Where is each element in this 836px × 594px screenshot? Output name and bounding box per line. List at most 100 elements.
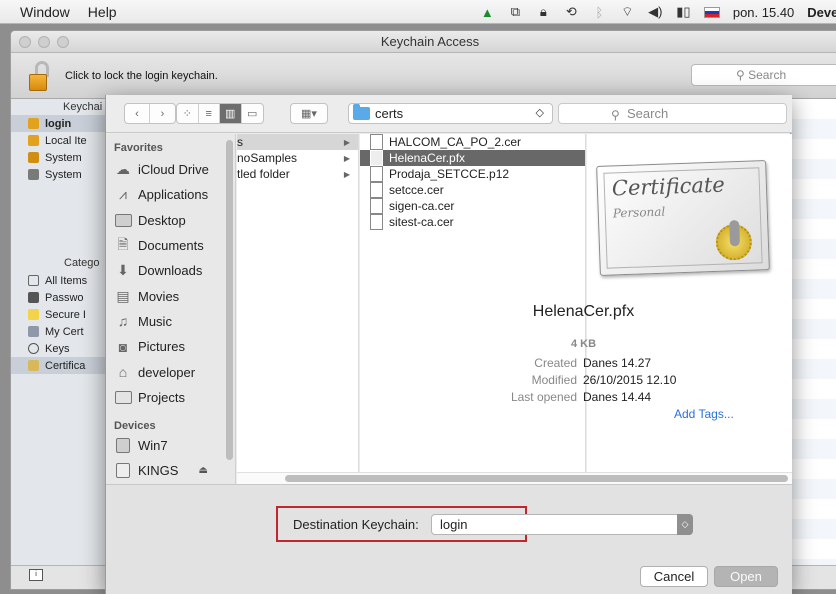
- user-menu[interactable]: Devel: [807, 5, 836, 20]
- destination-keychain-popup[interactable]: login ◇: [431, 514, 693, 535]
- disclosure-triangle-icon: ▶: [343, 137, 350, 147]
- keychain-toolbar: Click to lock the login keychain. ⚲ Sear…: [11, 53, 836, 99]
- info-button[interactable]: i: [29, 569, 43, 581]
- bluetooth-icon[interactable]: ᛒ: [592, 5, 607, 20]
- column-row[interactable]: tled folder ▶: [237, 166, 358, 182]
- sidebar-item-developer[interactable]: ⌂ developer: [106, 359, 235, 384]
- window-titlebar[interactable]: Keychain Access: [11, 31, 836, 53]
- arrange-icon[interactable]: ▦▾: [291, 104, 327, 123]
- favorites-header: Favorites: [114, 142, 163, 154]
- battery-icon[interactable]: ▮▯: [676, 4, 691, 20]
- file-row[interactable]: sitest-ca.cer: [360, 214, 585, 230]
- file-name: HALCOM_CA_PO_2.cer: [389, 135, 522, 149]
- menu-help[interactable]: Help: [79, 4, 126, 20]
- keychain-label: Local Ite: [45, 134, 87, 147]
- document-icon: [370, 198, 383, 214]
- file-name: sitest-ca.cer: [389, 215, 454, 229]
- cancel-button[interactable]: Cancel: [640, 566, 708, 587]
- meta-value: Danes 14.27: [583, 356, 652, 370]
- eject-icon[interactable]: ⏏: [198, 465, 207, 476]
- search-icon: ⚲: [736, 68, 749, 82]
- sheet-search-field[interactable]: ⚲ Search: [558, 103, 787, 124]
- meta-created: Created Danes 14.27: [481, 356, 651, 370]
- close-button[interactable]: [19, 36, 31, 48]
- column-row[interactable]: s ▶: [237, 134, 358, 150]
- list-view-icon[interactable]: ≡: [199, 104, 220, 123]
- window-title: Keychain Access: [380, 34, 480, 49]
- file-row[interactable]: setcce.cer: [360, 182, 585, 198]
- keychain-item-system-roots[interactable]: System: [11, 166, 110, 183]
- up-arrow-icon[interactable]: ▲: [480, 5, 495, 20]
- scrollbar-thumb[interactable]: [285, 475, 788, 482]
- folder-icon: [114, 389, 132, 405]
- file-row-selected[interactable]: HelenaCer.pfx: [360, 150, 585, 166]
- file-name: setcce.cer: [389, 183, 444, 197]
- sidebar-item-downloads[interactable]: ⬇ Downloads: [106, 258, 235, 283]
- arrange-control[interactable]: ▦▾: [290, 103, 328, 124]
- minimize-button[interactable]: [38, 36, 50, 48]
- display-icon[interactable]: ⧉: [508, 4, 523, 20]
- devices-header: Devices: [114, 419, 156, 432]
- category-passwords[interactable]: Passwo: [11, 289, 110, 306]
- back-forward-control: ‹ ›: [124, 103, 176, 124]
- horizontal-scrollbar[interactable]: [237, 472, 792, 484]
- file-row[interactable]: Prodaja_SETCCE.p12: [360, 166, 585, 182]
- usb-drive-icon: [114, 463, 132, 479]
- sidebar-item-win7[interactable]: Win7: [106, 433, 235, 458]
- add-tags-link[interactable]: Add Tags...: [674, 407, 734, 421]
- time-machine-icon[interactable]: ⟲: [564, 4, 579, 20]
- all-items-icon: [28, 275, 39, 286]
- disclosure-triangle-icon: ▶: [343, 153, 350, 163]
- category-keys[interactable]: Keys: [11, 340, 110, 357]
- sidebar-item-movies[interactable]: ▤ Movies: [106, 283, 235, 308]
- lock-message: Click to lock the login keychain.: [65, 70, 218, 82]
- category-label: Keys: [45, 342, 70, 355]
- category-secure-notes[interactable]: Secure I: [11, 306, 110, 323]
- key-icon: [28, 343, 39, 354]
- cover-flow-icon[interactable]: ▭: [242, 104, 263, 123]
- lock-icon[interactable]: 🔒︎: [536, 4, 551, 20]
- category-my-certificates[interactable]: My Cert: [11, 323, 110, 340]
- open-button[interactable]: Open: [714, 566, 778, 587]
- wifi-icon[interactable]: ⌔: [620, 4, 635, 20]
- unlocked-keychain-icon: [28, 118, 39, 129]
- sidebar-item-documents[interactable]: 🗎 Documents: [106, 233, 235, 258]
- category-certificates[interactable]: Certifica: [11, 357, 110, 374]
- sidebar-item-icloud-drive[interactable]: ☁ iCloud Drive: [106, 157, 235, 182]
- sidebar-item-projects[interactable]: Projects: [106, 385, 235, 410]
- keychain-item-system[interactable]: System: [11, 149, 110, 166]
- sidebar-item-kings[interactable]: KINGS ⏏: [106, 458, 235, 483]
- clock[interactable]: pon. 15.40: [733, 5, 794, 20]
- category-all-items[interactable]: All Items: [11, 272, 110, 289]
- sheet-toolbar: ‹ › ⁘ ≡ ▥ ▭ ▦▾ certs ◇ ⚲ Search: [106, 95, 792, 133]
- sidebar-item-desktop[interactable]: Desktop: [106, 208, 235, 233]
- volume-icon[interactable]: ◀): [648, 4, 663, 20]
- sidebar-scrollbar[interactable]: [226, 140, 233, 460]
- document-icon: [370, 150, 383, 166]
- column-row[interactable]: noSamples ▶: [237, 150, 358, 166]
- input-source-flag-icon[interactable]: [703, 6, 720, 18]
- icon-view-icon[interactable]: ⁘: [177, 104, 199, 123]
- file-row[interactable]: HALCOM_CA_PO_2.cer: [360, 134, 585, 150]
- sidebar-item-music[interactable]: ♫ Music: [106, 309, 235, 334]
- sidebar-item-applications[interactable]: ⩘ Applications: [106, 182, 235, 207]
- certificate-icon: [28, 360, 39, 371]
- column-view-icon[interactable]: ▥: [220, 104, 242, 123]
- keychain-item-local[interactable]: Local Ite: [11, 132, 110, 149]
- file-row[interactable]: sigen-ca.cer: [360, 198, 585, 214]
- padlock-icon[interactable]: [29, 59, 51, 93]
- path-popup[interactable]: certs ◇: [348, 103, 553, 124]
- file-name: Prodaja_SETCCE.p12: [389, 167, 510, 181]
- sidebar-item-pictures[interactable]: ◙ Pictures: [106, 334, 235, 359]
- forward-button[interactable]: ›: [150, 104, 175, 123]
- applications-icon: ⩘: [119, 186, 127, 203]
- menu-window[interactable]: Window: [0, 4, 79, 20]
- zoom-button[interactable]: [57, 36, 69, 48]
- sidebar-item-label: Desktop: [138, 212, 186, 228]
- preview-file-size: 4 KB: [570, 338, 597, 350]
- path-label: certs: [375, 106, 404, 121]
- locked-keychain-icon: [28, 152, 39, 163]
- keychain-search-field[interactable]: ⚲ Search: [691, 64, 836, 86]
- back-button[interactable]: ‹: [125, 104, 150, 123]
- keychain-item-login[interactable]: login: [11, 115, 110, 132]
